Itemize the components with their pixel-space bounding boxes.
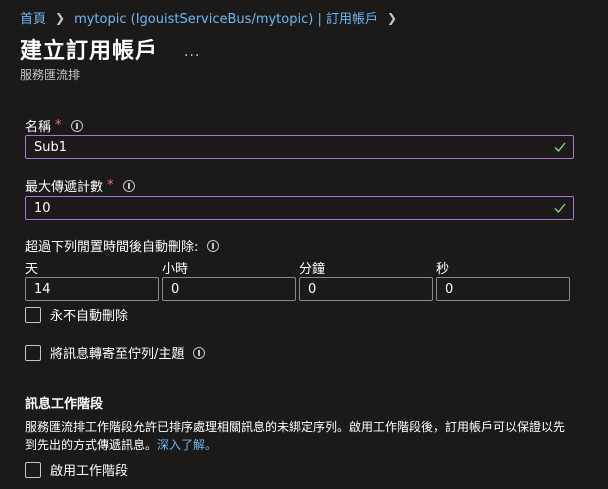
sessions-heading: 訊息工作階段 <box>25 397 104 412</box>
max-delivery-label-row: 最大傳遞計數 * <box>25 176 135 195</box>
minutes-input[interactable]: 0 <box>299 277 433 301</box>
sessions-description-text: 服務匯流排工作階段允許已排序處理相關訊息的未綁定序列。啟用工作階段後，訂用帳戶可… <box>25 420 566 452</box>
learn-more-link[interactable]: 深入了解。 <box>157 438 217 452</box>
forward-checkbox[interactable] <box>25 344 41 361</box>
info-icon[interactable] <box>207 239 220 252</box>
breadcrumb: 首頁 ❯ mytopic (IgouistServiceBus/mytopic)… <box>20 8 406 28</box>
required-mark: * <box>107 178 114 193</box>
max-delivery-label: 最大傳遞計數 <box>25 180 104 195</box>
max-delivery-input-value: 10 <box>34 200 51 216</box>
more-options-icon[interactable]: ... <box>184 44 200 60</box>
forward-label: 將訊息轉寄至佇列/主題 <box>50 347 185 362</box>
never-auto-delete-checkbox[interactable] <box>25 306 41 323</box>
chevron-right-icon: ❯ <box>386 10 398 25</box>
seconds-label: 秒 <box>436 262 450 277</box>
info-icon[interactable] <box>70 119 83 132</box>
breadcrumb-home-link[interactable]: 首頁 <box>20 8 46 27</box>
max-delivery-input[interactable]: 10 <box>25 196 574 220</box>
days-input-value: 14 <box>34 281 51 297</box>
forward-row[interactable]: 將訊息轉寄至佇列/主題 <box>25 343 206 362</box>
hours-input-value: 0 <box>171 281 180 297</box>
checkmark-icon <box>554 203 566 213</box>
auto-delete-label: 超過下列閒置時間後自動刪除: <box>25 240 199 255</box>
name-input-value: Sub1 <box>34 139 68 155</box>
minutes-label: 分鐘 <box>299 262 326 277</box>
checkmark-icon <box>554 142 566 152</box>
name-label: 名稱 <box>25 120 52 135</box>
breadcrumb-parent-link[interactable]: mytopic (IgouistServiceBus/mytopic) | 訂用… <box>74 8 378 27</box>
enable-sessions-checkbox[interactable] <box>25 461 41 478</box>
auto-delete-label-row: 超過下列閒置時間後自動刪除: <box>25 236 220 255</box>
enable-sessions-label: 啟用工作階段 <box>50 464 129 479</box>
days-input[interactable]: 14 <box>25 277 159 301</box>
never-auto-delete-label: 永不自動刪除 <box>50 309 129 324</box>
hours-label: 小時 <box>162 262 189 277</box>
never-auto-delete-row[interactable]: 永不自動刪除 <box>25 305 128 324</box>
name-label-row: 名稱 * <box>25 116 83 135</box>
name-input[interactable]: Sub1 <box>25 135 574 159</box>
enable-sessions-row[interactable]: 啟用工作階段 <box>25 460 128 479</box>
hours-input[interactable]: 0 <box>162 277 296 301</box>
chevron-right-icon: ❯ <box>55 10 66 25</box>
minutes-input-value: 0 <box>308 281 317 297</box>
create-subscription-page: 首頁 ❯ mytopic (IgouistServiceBus/mytopic)… <box>0 0 608 489</box>
info-icon[interactable] <box>122 179 135 192</box>
required-mark: * <box>55 118 62 133</box>
sessions-description: 服務匯流排工作階段允許已排序處理相關訊息的未綁定序列。啟用工作階段後，訂用帳戶可… <box>25 418 575 454</box>
page-title: 建立訂用帳戶 <box>20 39 159 64</box>
title-row: 建立訂用帳戶 ... <box>20 33 200 65</box>
seconds-input-value: 0 <box>445 281 454 297</box>
page-subtitle: 服務匯流排 <box>20 68 81 82</box>
seconds-input[interactable]: 0 <box>436 277 570 301</box>
info-icon[interactable] <box>193 346 206 359</box>
days-label: 天 <box>25 262 39 277</box>
